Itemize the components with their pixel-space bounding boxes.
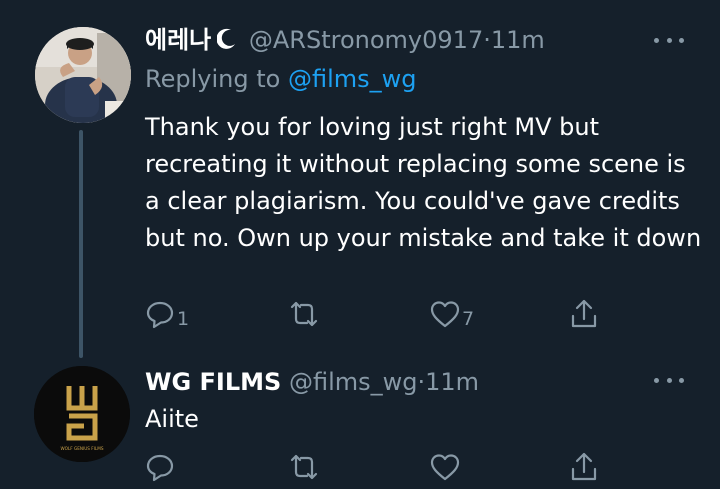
reply-icon <box>146 301 174 329</box>
avatar[interactable] <box>35 27 131 123</box>
heart-icon <box>430 454 460 481</box>
replying-to-handle[interactable]: @films_wg <box>288 65 417 93</box>
retweet-button[interactable] <box>287 297 323 331</box>
replying-prefix: Replying to <box>145 65 281 93</box>
tweet-text: Aiite <box>145 405 199 433</box>
retweet-icon <box>290 454 318 480</box>
user-handle[interactable]: @ARStronomy0917 <box>249 26 483 54</box>
display-name[interactable]: WG FILMS <box>145 368 281 396</box>
reply-button[interactable] <box>145 450 177 484</box>
like-count: 7 <box>462 308 475 330</box>
more-options-icon[interactable] <box>654 375 684 385</box>
display-name[interactable]: 에레나 <box>145 26 211 54</box>
like-button[interactable]: 7 <box>430 297 474 331</box>
tweet-text: Thank you for loving just right MV but r… <box>145 113 702 252</box>
reply-icon <box>146 454 174 482</box>
heart-icon <box>430 301 460 328</box>
reply-count: 1 <box>177 308 190 330</box>
reply-button[interactable]: 1 <box>145 297 189 331</box>
like-button[interactable] <box>430 450 462 484</box>
more-options-icon[interactable] <box>654 35 684 45</box>
retweet-icon <box>290 301 318 327</box>
tweet-header: WG FILMS @films_wg·11m <box>145 367 479 397</box>
share-button[interactable] <box>569 297 599 331</box>
timestamp[interactable]: 11m <box>491 26 545 54</box>
user-handle[interactable]: @films_wg <box>289 368 418 396</box>
avatar-logo-text: WOLF GENIUS FILMS <box>60 446 103 451</box>
thread-line <box>79 130 83 358</box>
share-icon <box>571 452 597 481</box>
separator-dot: · <box>417 368 426 396</box>
tweet-actions: 1 7 <box>145 297 615 331</box>
tweet-actions <box>145 450 615 484</box>
crescent-moon-icon <box>216 27 237 57</box>
retweet-button[interactable] <box>287 450 323 484</box>
tweet-header: 에레나 @ARStronomy0917·11m <box>145 25 545 57</box>
wg-films-logo-icon: WOLF GENIUS FILMS <box>34 366 130 462</box>
separator-dot: · <box>483 26 491 54</box>
avatar[interactable]: WOLF GENIUS FILMS <box>34 366 130 462</box>
share-button[interactable] <box>569 450 599 484</box>
tweet[interactable]: WOLF GENIUS FILMS WG FILMS @films_wg·11m… <box>0 360 720 489</box>
share-icon <box>571 299 597 328</box>
tweet[interactable]: 에레나 @ARStronomy0917·11m Replying to @fil… <box>0 0 720 360</box>
replying-to: Replying to @films_wg <box>145 64 416 94</box>
avatar-photo <box>35 27 131 123</box>
timestamp[interactable]: 11m <box>425 368 479 396</box>
